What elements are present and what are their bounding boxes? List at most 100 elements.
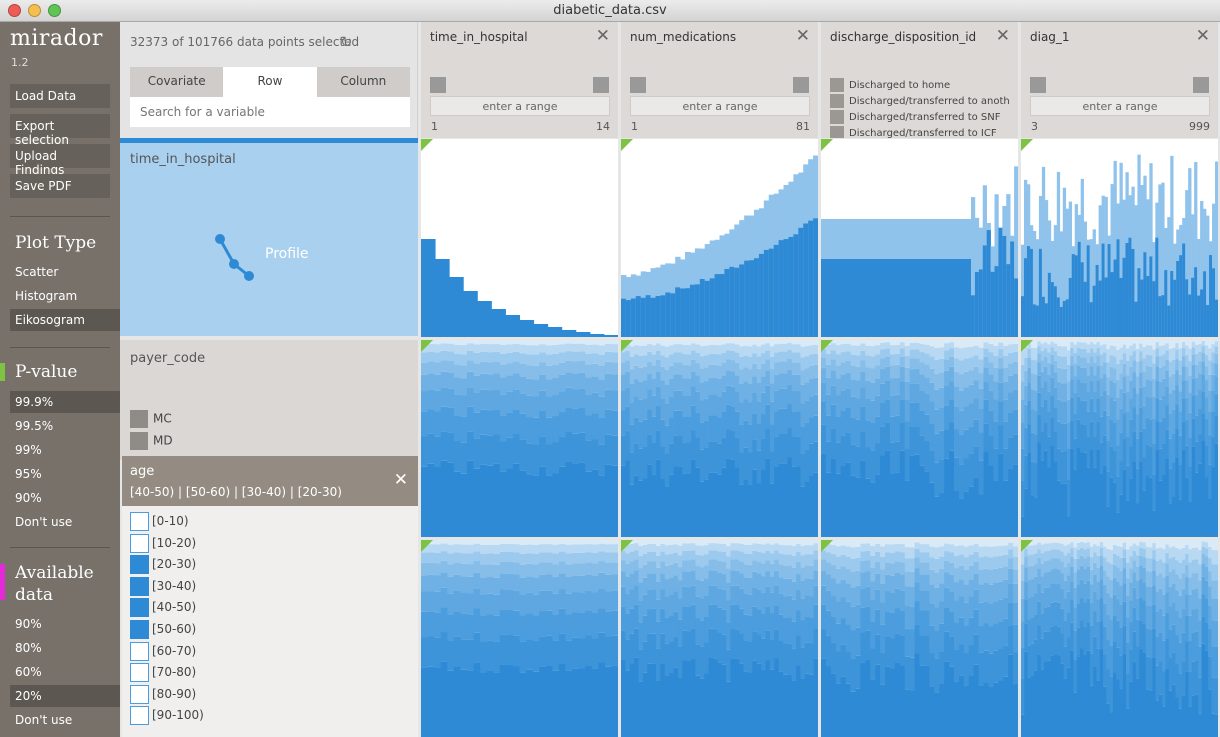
eikosogram-segment bbox=[1195, 540, 1199, 548]
range-max-handle[interactable] bbox=[1193, 77, 1209, 93]
checkbox[interactable] bbox=[130, 598, 149, 618]
eikosogram-segment bbox=[1050, 542, 1055, 550]
p-value-option-95[interactable]: 95% bbox=[10, 463, 120, 485]
age-option[interactable]: [20-30) bbox=[130, 555, 196, 575]
checkbox[interactable] bbox=[130, 641, 149, 661]
refresh-icon[interactable]: ↻ bbox=[340, 33, 353, 51]
profile-icon[interactable] bbox=[210, 228, 270, 288]
plot-cell-payer-code-time-in-hospital[interactable] bbox=[421, 340, 618, 537]
available-data-option-dont-use[interactable]: Don't use bbox=[10, 709, 120, 731]
range-min-handle[interactable] bbox=[630, 77, 646, 93]
range-input[interactable]: enter a range bbox=[630, 96, 810, 116]
row-header-time-in-hospital[interactable]: time_in_hospital Profile bbox=[120, 138, 418, 336]
eikosogram-segment bbox=[1008, 540, 1014, 543]
eikosogram-segment bbox=[1050, 583, 1055, 603]
plot-cell-time-in-hospital-num-medications[interactable] bbox=[621, 139, 818, 337]
range-input[interactable]: enter a range bbox=[430, 96, 610, 116]
available-data-option-80[interactable]: 80% bbox=[10, 637, 120, 659]
range-max-handle[interactable] bbox=[593, 77, 609, 93]
range-min-handle[interactable] bbox=[1030, 77, 1046, 93]
age-option[interactable]: [50-60) bbox=[130, 620, 196, 639]
category-item[interactable]: Discharged to home bbox=[830, 78, 1010, 92]
age-option[interactable]: [30-40) bbox=[130, 576, 196, 596]
eikosogram-segment bbox=[1043, 348, 1048, 357]
available-data-option-60[interactable]: 60% bbox=[10, 661, 120, 683]
p-value-option-90[interactable]: 90% bbox=[10, 487, 120, 509]
plot-cell-age-num-medications[interactable] bbox=[621, 540, 818, 737]
variable-search-input[interactable] bbox=[130, 97, 410, 127]
p-value-option-dont-use[interactable]: Don't use bbox=[10, 511, 120, 533]
plot-cell-time-in-hospital-time-in-hospital[interactable] bbox=[421, 139, 618, 337]
eikosogram-segment bbox=[747, 340, 753, 347]
plot-cell-age-discharge[interactable] bbox=[821, 540, 1018, 737]
available-data-option-90[interactable]: 90% bbox=[10, 613, 120, 635]
close-icon[interactable]: ✕ bbox=[996, 26, 1010, 46]
p-value-option-99-9[interactable]: 99.9% bbox=[10, 391, 120, 413]
tab-row[interactable]: Row bbox=[223, 67, 317, 97]
close-icon[interactable]: ✕ bbox=[796, 26, 810, 46]
plot-cell-age-time-in-hospital[interactable] bbox=[421, 540, 618, 737]
age-option[interactable]: [60-70) bbox=[130, 641, 196, 661]
checkbox[interactable] bbox=[130, 663, 149, 683]
checkbox[interactable] bbox=[130, 620, 149, 639]
category-item[interactable]: Discharged/transferred to another… bbox=[830, 94, 1010, 108]
plot-cell-payer-code-discharge[interactable] bbox=[821, 340, 1018, 537]
category-item[interactable]: MC bbox=[130, 410, 172, 428]
profile-label[interactable]: Profile bbox=[265, 246, 309, 262]
eikosogram-segment bbox=[752, 571, 758, 588]
eikosogram-segment bbox=[1214, 341, 1218, 347]
age-option[interactable]: [70-80) bbox=[130, 663, 196, 683]
eikosogram-segment bbox=[572, 433, 579, 464]
checkbox[interactable] bbox=[130, 533, 149, 553]
row-header-payer-code[interactable]: payer_code MC MD bbox=[120, 340, 418, 460]
plot-type-histogram[interactable]: Histogram bbox=[10, 285, 120, 307]
plot-type-eikosogram[interactable]: Eikosogram bbox=[10, 309, 120, 331]
upload-findings-button[interactable]: Upload Findings bbox=[10, 144, 110, 177]
age-option[interactable]: [80-90) bbox=[130, 684, 196, 704]
p-value-option-99-5[interactable]: 99.5% bbox=[10, 415, 120, 437]
eikosogram-bar bbox=[1074, 255, 1079, 337]
eikosogram-segment bbox=[1185, 641, 1189, 672]
age-option[interactable]: [40-50) bbox=[130, 598, 196, 618]
category-item[interactable]: MD bbox=[130, 432, 173, 450]
eikosogram-segment bbox=[1003, 554, 1009, 567]
eikosogram-segment bbox=[1208, 340, 1212, 349]
age-option[interactable]: [90-100) bbox=[130, 706, 204, 726]
eikosogram-segment bbox=[1204, 366, 1209, 381]
eikosogram-segment bbox=[656, 350, 661, 360]
checkbox[interactable] bbox=[130, 706, 149, 726]
eikosogram-segment bbox=[552, 540, 560, 545]
save-pdf-button[interactable]: Save PDF bbox=[10, 174, 110, 198]
range-input[interactable]: enter a range bbox=[1030, 96, 1210, 116]
tab-column[interactable]: Column bbox=[316, 67, 410, 97]
range-min-handle[interactable] bbox=[430, 77, 446, 93]
eikosogram-bar bbox=[1215, 299, 1218, 337]
close-icon[interactable]: ✕ bbox=[596, 26, 610, 46]
close-icon[interactable]: ✕ bbox=[394, 470, 408, 490]
p-value-option-99[interactable]: 99% bbox=[10, 439, 120, 461]
export-selection-button[interactable]: Export selection bbox=[10, 114, 110, 147]
tab-covariate[interactable]: Covariate bbox=[130, 67, 224, 97]
checkbox[interactable] bbox=[130, 684, 149, 704]
range-max-handle[interactable] bbox=[793, 77, 809, 93]
plot-cell-payer-code-diag-1[interactable] bbox=[1021, 340, 1218, 537]
load-data-button[interactable]: Load Data bbox=[10, 84, 110, 108]
checkbox[interactable] bbox=[130, 512, 149, 531]
available-data-option-20[interactable]: 20% bbox=[10, 685, 120, 707]
checkbox[interactable] bbox=[130, 576, 149, 596]
close-icon[interactable]: ✕ bbox=[1196, 26, 1210, 46]
plot-cell-payer-code-num-medications[interactable] bbox=[621, 340, 818, 537]
age-option[interactable]: [10-20) bbox=[130, 533, 196, 553]
eikosogram-segment bbox=[1162, 562, 1166, 578]
category-item[interactable]: Discharged/transferred to ICF bbox=[830, 126, 1010, 138]
eikosogram-segment bbox=[914, 568, 920, 583]
plot-cell-age-diag-1[interactable] bbox=[1021, 540, 1218, 737]
checkbox[interactable] bbox=[130, 555, 149, 575]
eikosogram-segment bbox=[1139, 360, 1143, 373]
plot-cell-time-in-hospital-discharge[interactable] bbox=[821, 139, 1018, 337]
plot-cell-time-in-hospital-diag-1[interactable] bbox=[1021, 139, 1218, 337]
category-item[interactable]: Discharged/transferred to SNF bbox=[830, 110, 1010, 124]
age-option[interactable]: [0-10) bbox=[130, 512, 189, 531]
plot-type-scatter[interactable]: Scatter bbox=[10, 261, 120, 283]
eikosogram-segment bbox=[1073, 587, 1078, 608]
